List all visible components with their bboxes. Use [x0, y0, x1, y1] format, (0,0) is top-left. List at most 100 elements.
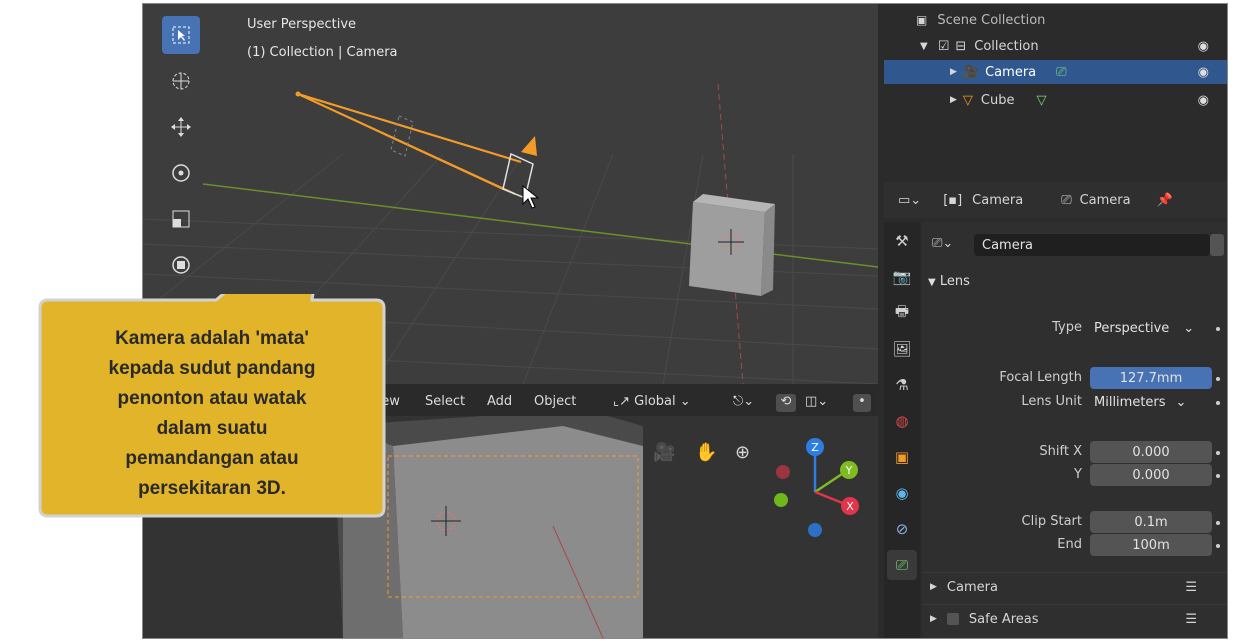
tab-view-layer[interactable]: 🖼	[887, 334, 917, 364]
cube-object	[689, 194, 775, 296]
callout-line-6: persekitaran 3D.	[138, 478, 286, 499]
visibility-eye-icon[interactable]: ◉	[1198, 93, 1209, 108]
camera-object-icon: 🎥	[962, 64, 980, 80]
keyframe-dot[interactable]	[1216, 474, 1220, 478]
proportional-toggle[interactable]: •	[853, 394, 871, 412]
menu-object[interactable]: Object	[534, 394, 576, 409]
render-icon: 📷	[892, 268, 912, 286]
keyframe-dot[interactable]	[1216, 377, 1220, 381]
keyframe-dot[interactable]	[1216, 544, 1220, 548]
list-icon[interactable]: ☰	[1185, 612, 1197, 627]
tab-object[interactable]: ▣	[887, 442, 917, 472]
keyframe-dot[interactable]	[1216, 327, 1220, 331]
mouse-cursor	[522, 184, 540, 209]
camera-data-icon[interactable]: ⎚	[1056, 65, 1066, 80]
camera-view-icon[interactable]: 🎥	[653, 442, 675, 463]
snap-toggle[interactable]: ⟲	[776, 394, 796, 412]
physics-icon: ◉	[895, 484, 909, 502]
header-data-name[interactable]: Camera	[1080, 193, 1131, 208]
keyframe-dot[interactable]	[1216, 521, 1220, 525]
outliner-cube[interactable]: ▶ ▽ Cube ▽ ◉	[884, 88, 1227, 112]
shift-x-field[interactable]: 0.000	[1090, 441, 1212, 463]
callout-bubble: Kamera adalah 'mata' kepada sudut pandan…	[38, 294, 386, 518]
pivot-dropdown[interactable]: ⎋⌄	[733, 394, 754, 409]
callout-line-5: pemandangan atau	[125, 448, 298, 469]
tab-render[interactable]: 📷	[887, 262, 917, 292]
clip-start-label: Clip Start	[1021, 514, 1082, 529]
transform-tool[interactable]	[162, 246, 200, 284]
tab-camera-data[interactable]: ⎚	[887, 550, 917, 580]
focal-length-label: Focal Length	[999, 370, 1082, 385]
camera-object	[297, 93, 522, 195]
tab-tool[interactable]: ⚒	[887, 226, 917, 256]
callout-line-1: Kamera adalah 'mata'	[115, 328, 309, 349]
select-box-icon	[172, 26, 190, 44]
move-tool[interactable]	[162, 108, 200, 146]
tab-world[interactable]: ◍	[887, 406, 917, 436]
clip-start-field[interactable]: 0.1m	[1090, 511, 1212, 533]
zoom-icon[interactable]: ⊕	[735, 442, 750, 463]
header-object-name[interactable]: Camera	[972, 193, 1023, 208]
tab-constraints[interactable]: ⊘	[887, 514, 917, 544]
expand-arrow-icon[interactable]: ▶	[950, 67, 957, 77]
keyframe-dot[interactable]	[1216, 451, 1220, 455]
collection-label: (1) Collection | Camera	[247, 45, 398, 60]
cursor-tool[interactable]	[162, 62, 200, 100]
rotate-icon	[172, 164, 190, 182]
tool-icon: ⚒	[895, 232, 909, 250]
outliner-collection[interactable]: ▼ ☑ ⊟ Collection ◉	[884, 34, 1227, 58]
view-layer-icon: 🖼	[892, 340, 912, 358]
mesh-data-icon[interactable]: ▽	[1037, 93, 1047, 108]
world-icon: ◍	[895, 412, 909, 430]
tab-scene[interactable]: ⚗	[887, 370, 917, 400]
tab-output[interactable]: 🖶	[887, 298, 917, 328]
safe-areas-checkbox[interactable]	[946, 613, 959, 625]
orientation-icon: ⌞↗	[613, 394, 630, 409]
perspective-label: User Perspective	[247, 17, 357, 32]
camera-subpanel-header[interactable]: ▶ Camera ☰	[922, 572, 1227, 601]
properties-tabs: ⚒ 📷 🖶 🖼 ⚗ ◍ ▣ ◉ ⊘ ⎚	[884, 222, 920, 638]
menu-select[interactable]: Select	[425, 394, 465, 409]
keyframe-dot[interactable]	[1216, 401, 1220, 405]
camera-data-icon: ⎚	[1061, 192, 1072, 208]
expand-arrow-icon: ▼	[928, 277, 936, 288]
tool-shelf	[157, 16, 205, 292]
pin-icon[interactable]: 📌	[1157, 193, 1173, 208]
orientation-dropdown[interactable]: ⌞↗ Global ⌄	[613, 394, 691, 409]
type-label: Type	[1052, 320, 1082, 335]
safe-areas-panel-header[interactable]: ▶ Safe Areas ☰	[922, 604, 1227, 633]
expand-arrow-icon[interactable]: ▼	[920, 41, 928, 52]
outliner-camera[interactable]: ▶ 🎥 Camera ⎚ ◉	[884, 60, 1227, 84]
collection-icon: ⊟	[955, 38, 967, 54]
snap-target-dropdown[interactable]: ◫⌄	[805, 394, 828, 409]
chevron-down-icon: ⌄	[1183, 320, 1195, 336]
checkbox-icon[interactable]: ☑	[938, 39, 950, 54]
pivot-icon: ⎋⌄	[733, 394, 755, 409]
expand-arrow-icon: ▶	[930, 582, 937, 592]
navigation-gizmo[interactable]: Z Y X	[763, 432, 873, 542]
select-box-tool[interactable]	[162, 16, 200, 54]
shift-y-field[interactable]: 0.000	[1090, 464, 1212, 486]
focal-length-field[interactable]: 127.7mm	[1090, 367, 1212, 389]
shield-icon[interactable]	[1210, 234, 1224, 256]
list-icon[interactable]: ☰	[1185, 580, 1197, 595]
datablock-name-field[interactable]: Camera	[974, 234, 1210, 256]
lens-panel-header[interactable]: ▼ Lens	[928, 274, 970, 289]
camera-up-triangle	[521, 136, 537, 156]
chevron-down-icon: ⌄	[1175, 394, 1187, 410]
menu-add[interactable]: Add	[487, 394, 512, 409]
type-dropdown[interactable]: Perspective ⌄	[1090, 317, 1198, 339]
scale-tool[interactable]	[162, 200, 200, 238]
lens-unit-dropdown[interactable]: Millimeters ⌄	[1090, 391, 1216, 413]
rotate-tool[interactable]	[162, 154, 200, 192]
visibility-eye-icon[interactable]: ◉	[1198, 39, 1209, 54]
visibility-eye-icon[interactable]: ◉	[1198, 65, 1209, 80]
hand-pan-icon[interactable]: ✋	[695, 442, 717, 463]
expand-arrow-icon[interactable]: ▶	[950, 95, 957, 105]
outliner-scene-collection[interactable]: ▣ Scene Collection	[884, 8, 1227, 32]
tab-physics[interactable]: ◉	[887, 478, 917, 508]
scale-icon	[172, 210, 190, 228]
editor-type-icon[interactable]: ▭⌄	[898, 193, 921, 208]
clip-end-field[interactable]: 100m	[1090, 534, 1212, 556]
datablock-icon[interactable]: ⎚⌄	[932, 236, 953, 251]
